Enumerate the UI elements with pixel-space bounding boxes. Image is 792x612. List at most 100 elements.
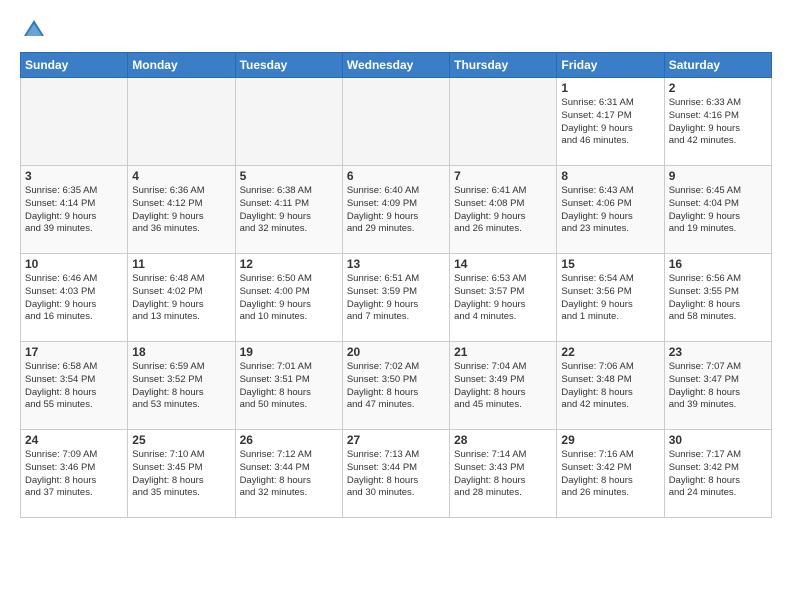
calendar-header-wednesday: Wednesday <box>342 53 449 78</box>
calendar-header-row: SundayMondayTuesdayWednesdayThursdayFrid… <box>21 53 772 78</box>
calendar-cell <box>21 78 128 166</box>
calendar-cell: 17 Sunrise: 6:58 AM Sunset: 3:54 PM Dayli… <box>21 342 128 430</box>
calendar-cell: 9Sunrise: 6:45 AM Sunset: 4:04 PM Daylig… <box>664 166 771 254</box>
day-info: Sunrise: 7:02 AM Sunset: 3:50 PM Dayligh… <box>347 361 445 412</box>
calendar-cell: 14 Sunrise: 6:53 AM Sunset: 3:57 PM Dayli… <box>450 254 557 342</box>
day-number: 28 <box>454 433 552 447</box>
calendar-cell: 15 Sunrise: 6:54 AM Sunset: 3:56 PM Dayli… <box>557 254 664 342</box>
calendar-cell: 27 Sunrise: 7:13 AM Sunset: 3:44 PM Dayli… <box>342 430 449 518</box>
day-number: 10 <box>25 257 123 271</box>
day-number: 11 <box>132 257 230 271</box>
day-info: Sunrise: 6:54 AM Sunset: 3:56 PM Dayligh… <box>561 273 659 324</box>
calendar-cell <box>128 78 235 166</box>
day-info: Sunrise: 6:59 AM Sunset: 3:52 PM Dayligh… <box>132 361 230 412</box>
calendar-header-saturday: Saturday <box>664 53 771 78</box>
calendar-cell: 19 Sunrise: 7:01 AM Sunset: 3:51 PM Dayli… <box>235 342 342 430</box>
day-info: Sunrise: 6:53 AM Sunset: 3:57 PM Dayligh… <box>454 273 552 324</box>
day-number: 26 <box>240 433 338 447</box>
calendar-cell: 11 Sunrise: 6:48 AM Sunset: 4:02 PM Dayli… <box>128 254 235 342</box>
calendar-cell <box>235 78 342 166</box>
day-number: 25 <box>132 433 230 447</box>
calendar-cell: 22 Sunrise: 7:06 AM Sunset: 3:48 PM Dayli… <box>557 342 664 430</box>
day-number: 4 <box>132 169 230 183</box>
calendar-cell: 2 Sunrise: 6:33 AM Sunset: 4:16 PM Daylig… <box>664 78 771 166</box>
calendar-cell: 23 Sunrise: 7:07 AM Sunset: 3:47 PM Dayli… <box>664 342 771 430</box>
day-number: 15 <box>561 257 659 271</box>
day-info: Sunrise: 7:07 AM Sunset: 3:47 PM Dayligh… <box>669 361 767 412</box>
day-number: 14 <box>454 257 552 271</box>
day-info: Sunrise: 6:35 AM Sunset: 4:14 PM Dayligh… <box>25 185 123 236</box>
calendar-header-sunday: Sunday <box>21 53 128 78</box>
day-number: 20 <box>347 345 445 359</box>
day-info: Sunrise: 7:10 AM Sunset: 3:45 PM Dayligh… <box>132 449 230 500</box>
day-info: Sunrise: 6:56 AM Sunset: 3:55 PM Dayligh… <box>669 273 767 324</box>
day-info: Sunrise: 6:43 AM Sunset: 4:06 PM Dayligh… <box>561 185 659 236</box>
day-number: 12 <box>240 257 338 271</box>
logo-icon <box>20 16 48 44</box>
day-info: Sunrise: 7:12 AM Sunset: 3:44 PM Dayligh… <box>240 449 338 500</box>
day-info: Sunrise: 7:16 AM Sunset: 3:42 PM Dayligh… <box>561 449 659 500</box>
calendar-cell: 6 Sunrise: 6:40 AM Sunset: 4:09 PM Daylig… <box>342 166 449 254</box>
day-info: Sunrise: 6:36 AM Sunset: 4:12 PM Dayligh… <box>132 185 230 236</box>
calendar: SundayMondayTuesdayWednesdayThursdayFrid… <box>20 52 772 518</box>
day-info: Sunrise: 6:48 AM Sunset: 4:02 PM Dayligh… <box>132 273 230 324</box>
day-info: Sunrise: 7:06 AM Sunset: 3:48 PM Dayligh… <box>561 361 659 412</box>
day-number: 16 <box>669 257 767 271</box>
calendar-cell: 24Sunrise: 7:09 AM Sunset: 3:46 PM Dayli… <box>21 430 128 518</box>
calendar-week-3: 17 Sunrise: 6:58 AM Sunset: 3:54 PM Dayli… <box>21 342 772 430</box>
day-number: 7 <box>454 169 552 183</box>
day-number: 19 <box>240 345 338 359</box>
day-info: Sunrise: 6:38 AM Sunset: 4:11 PM Dayligh… <box>240 185 338 236</box>
header <box>20 16 772 44</box>
calendar-cell <box>342 78 449 166</box>
day-number: 9 <box>669 169 767 183</box>
day-info: Sunrise: 6:58 AM Sunset: 3:54 PM Dayligh… <box>25 361 123 412</box>
day-number: 6 <box>347 169 445 183</box>
day-number: 27 <box>347 433 445 447</box>
day-info: Sunrise: 7:04 AM Sunset: 3:49 PM Dayligh… <box>454 361 552 412</box>
calendar-cell: 4 Sunrise: 6:36 AM Sunset: 4:12 PM Daylig… <box>128 166 235 254</box>
calendar-header-thursday: Thursday <box>450 53 557 78</box>
calendar-cell: 5 Sunrise: 6:38 AM Sunset: 4:11 PM Daylig… <box>235 166 342 254</box>
calendar-week-2: 10 Sunrise: 6:46 AM Sunset: 4:03 PM Dayli… <box>21 254 772 342</box>
day-info: Sunrise: 7:14 AM Sunset: 3:43 PM Dayligh… <box>454 449 552 500</box>
day-info: Sunrise: 6:50 AM Sunset: 4:00 PM Dayligh… <box>240 273 338 324</box>
day-number: 23 <box>669 345 767 359</box>
day-number: 13 <box>347 257 445 271</box>
day-info: Sunrise: 6:31 AM Sunset: 4:17 PM Dayligh… <box>561 97 659 148</box>
calendar-cell: 8Sunrise: 6:43 AM Sunset: 4:06 PM Daylig… <box>557 166 664 254</box>
calendar-cell: 28 Sunrise: 7:14 AM Sunset: 3:43 PM Dayli… <box>450 430 557 518</box>
calendar-week-4: 24Sunrise: 7:09 AM Sunset: 3:46 PM Dayli… <box>21 430 772 518</box>
day-number: 1 <box>561 81 659 95</box>
calendar-cell: 21 Sunrise: 7:04 AM Sunset: 3:49 PM Dayli… <box>450 342 557 430</box>
day-info: Sunrise: 6:51 AM Sunset: 3:59 PM Dayligh… <box>347 273 445 324</box>
calendar-cell: 12 Sunrise: 6:50 AM Sunset: 4:00 PM Dayli… <box>235 254 342 342</box>
day-number: 22 <box>561 345 659 359</box>
day-number: 24 <box>25 433 123 447</box>
calendar-cell: 26 Sunrise: 7:12 AM Sunset: 3:44 PM Dayli… <box>235 430 342 518</box>
calendar-cell: 20 Sunrise: 7:02 AM Sunset: 3:50 PM Dayli… <box>342 342 449 430</box>
calendar-cell: 1 Sunrise: 6:31 AM Sunset: 4:17 PM Daylig… <box>557 78 664 166</box>
calendar-week-1: 3 Sunrise: 6:35 AM Sunset: 4:14 PM Daylig… <box>21 166 772 254</box>
calendar-cell: 16 Sunrise: 6:56 AM Sunset: 3:55 PM Dayli… <box>664 254 771 342</box>
day-number: 2 <box>669 81 767 95</box>
calendar-cell: 25 Sunrise: 7:10 AM Sunset: 3:45 PM Dayli… <box>128 430 235 518</box>
logo <box>20 16 52 44</box>
calendar-cell: 30Sunrise: 7:17 AM Sunset: 3:42 PM Dayli… <box>664 430 771 518</box>
day-number: 17 <box>25 345 123 359</box>
calendar-cell: 7Sunrise: 6:41 AM Sunset: 4:08 PM Daylig… <box>450 166 557 254</box>
day-info: Sunrise: 7:01 AM Sunset: 3:51 PM Dayligh… <box>240 361 338 412</box>
day-info: Sunrise: 6:33 AM Sunset: 4:16 PM Dayligh… <box>669 97 767 148</box>
day-number: 3 <box>25 169 123 183</box>
day-number: 29 <box>561 433 659 447</box>
day-info: Sunrise: 6:46 AM Sunset: 4:03 PM Dayligh… <box>25 273 123 324</box>
calendar-cell: 10 Sunrise: 6:46 AM Sunset: 4:03 PM Dayli… <box>21 254 128 342</box>
day-info: Sunrise: 7:13 AM Sunset: 3:44 PM Dayligh… <box>347 449 445 500</box>
day-info: Sunrise: 6:40 AM Sunset: 4:09 PM Dayligh… <box>347 185 445 236</box>
calendar-cell: 29 Sunrise: 7:16 AM Sunset: 3:42 PM Dayli… <box>557 430 664 518</box>
day-number: 5 <box>240 169 338 183</box>
calendar-week-0: 1 Sunrise: 6:31 AM Sunset: 4:17 PM Daylig… <box>21 78 772 166</box>
calendar-cell: 18 Sunrise: 6:59 AM Sunset: 3:52 PM Dayli… <box>128 342 235 430</box>
day-number: 18 <box>132 345 230 359</box>
day-number: 21 <box>454 345 552 359</box>
